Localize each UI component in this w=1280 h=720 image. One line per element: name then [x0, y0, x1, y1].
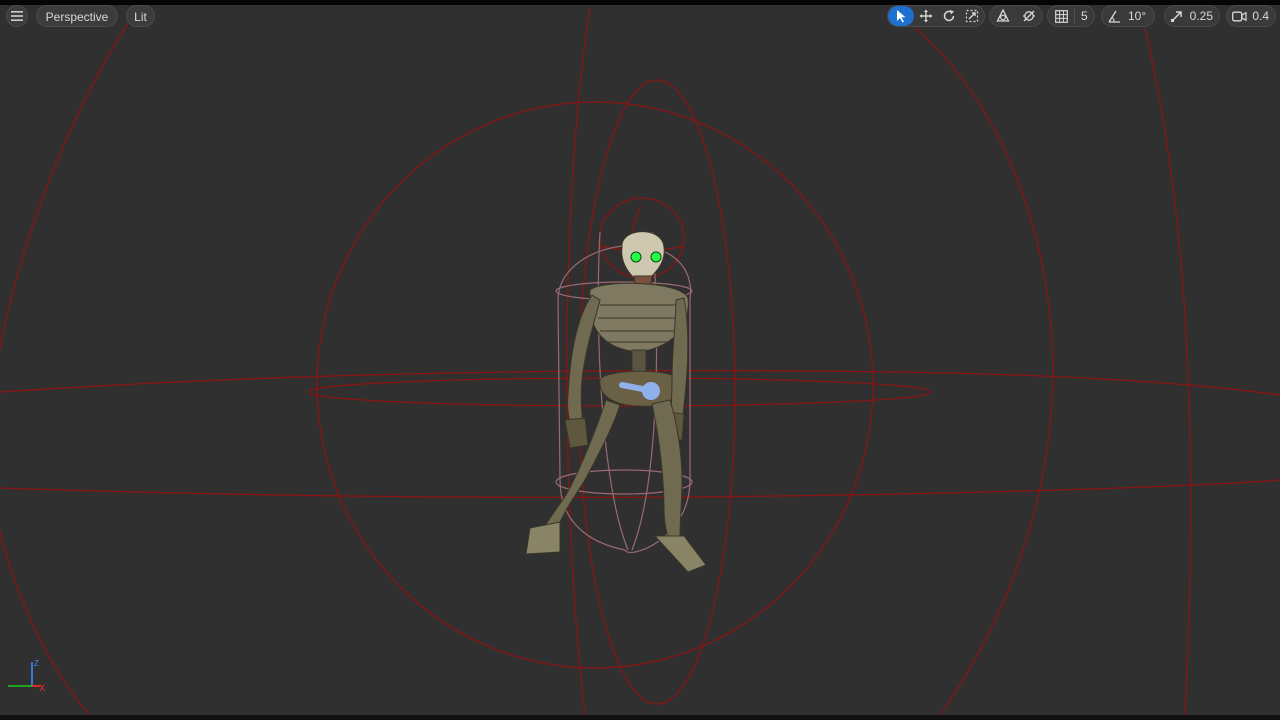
camera-speed-group: 0.4 — [1226, 5, 1276, 27]
select-arrow-icon — [897, 10, 906, 23]
hamburger-menu-icon — [11, 11, 23, 21]
scale-snap-icon — [1170, 10, 1182, 22]
translate-mode-button[interactable] — [914, 6, 937, 26]
outer-sphere-right-arc — [914, 27, 1054, 716]
axis-x-label: X — [39, 683, 45, 693]
rotate-mode-button[interactable] — [937, 6, 960, 26]
viewport-bottom-border — [0, 715, 1280, 720]
eye-left — [630, 251, 642, 263]
scale-snap-group: 0.25 — [1164, 5, 1220, 27]
surface-snapping-button[interactable] — [1016, 6, 1042, 26]
camera-speed-icon — [1232, 11, 1247, 21]
right-foot — [653, 535, 707, 573]
horizon-ring-lower — [0, 479, 1280, 499]
translate-move-icon — [919, 9, 932, 23]
rotate-icon — [943, 10, 954, 22]
view-mode-dropdown[interactable]: Perspective — [36, 5, 118, 27]
lighting-mode-dropdown[interactable]: Lit — [126, 5, 155, 27]
rotation-snap-toggle[interactable] — [1102, 6, 1126, 26]
outer-sphere-left-arc — [0, 19, 131, 716]
camera-speed-button[interactable] — [1227, 6, 1248, 26]
rotation-snap-value[interactable]: 10° — [1126, 9, 1152, 23]
axis-z-label: Z — [34, 659, 39, 668]
scale-snap-value[interactable]: 0.25 — [1188, 9, 1219, 23]
scale-mode-button[interactable] — [960, 6, 983, 26]
scale-icon — [965, 9, 978, 23]
rotation-snap-group: 10° — [1101, 5, 1155, 27]
snapping-tools — [989, 5, 1043, 27]
axis-orientation-gizmo: Z X — [8, 659, 45, 693]
grid-snap-group: 5 — [1047, 5, 1095, 27]
left-foot — [525, 521, 561, 555]
scale-snap-toggle[interactable] — [1165, 6, 1188, 26]
viewport-options-button[interactable] — [6, 5, 28, 27]
grid-snap-icon — [1054, 9, 1068, 23]
grid-snap-value[interactable]: 5 — [1075, 9, 1094, 23]
camera-speed-value[interactable]: 0.4 — [1248, 9, 1275, 23]
select-mode-button[interactable] — [888, 6, 914, 26]
coordinate-space-button[interactable] — [990, 6, 1016, 26]
grid-snap-toggle[interactable] — [1048, 6, 1074, 26]
coordinate-space-icon — [996, 9, 1010, 22]
surface-snapping-icon — [1023, 10, 1035, 22]
outer-meridian-right — [1144, 27, 1192, 716]
skeleton-character — [525, 231, 707, 573]
eye-right — [650, 251, 662, 263]
left-hand — [564, 417, 589, 449]
viewport-scene[interactable] — [0, 0, 1280, 720]
transform-tools — [887, 5, 985, 27]
angle-snap-icon — [1107, 10, 1120, 23]
